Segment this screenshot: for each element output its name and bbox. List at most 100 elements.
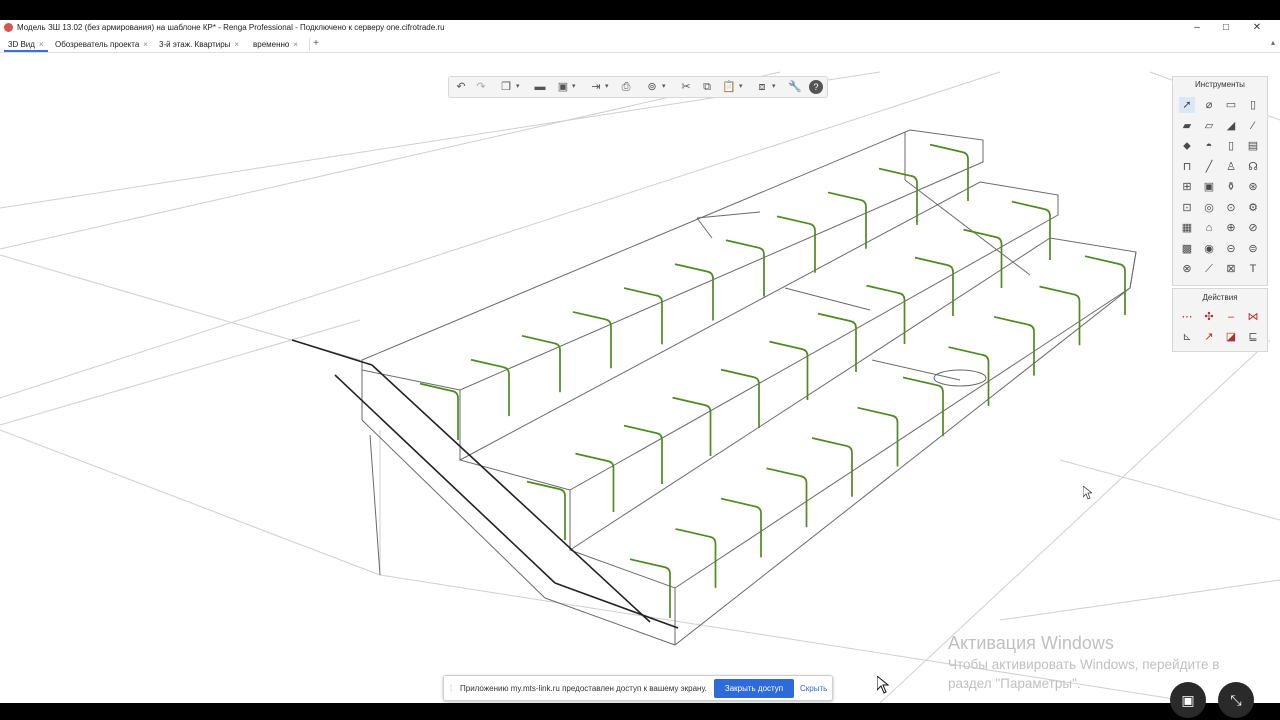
settings-wrench-icon[interactable]: 🔧 [788, 80, 802, 94]
tab-temporary[interactable]: временно × [249, 38, 302, 52]
axis-icon[interactable]: ⌀ [1201, 97, 1217, 113]
rebar-hook [675, 528, 717, 588]
properties-icon[interactable]: ⊑ [1245, 329, 1261, 345]
foundation-icon[interactable]: ⚙ [1245, 200, 1261, 216]
layers-icon[interactable]: ⧈ [755, 80, 769, 94]
chevron-down-icon[interactable]: ▾ [662, 80, 668, 94]
print-icon[interactable]: ⎙ [619, 80, 633, 94]
plumbing-icon[interactable]: ⚱ [1223, 179, 1239, 195]
copy-icon[interactable]: ⧉ [700, 80, 714, 94]
trim-icon[interactable]: ↗ [1201, 329, 1217, 345]
chevron-down-icon[interactable]: ▾ [739, 80, 745, 94]
rebar-hook [902, 376, 944, 437]
activation-watermark-line: раздел "Параметры". [948, 676, 1081, 691]
stair-slabs [361, 129, 1137, 646]
text-icon[interactable]: T [1245, 261, 1261, 277]
rebar-hook [470, 358, 510, 417]
tab-close-icon[interactable]: × [234, 40, 239, 49]
maximize-button[interactable]: □ [1219, 21, 1233, 35]
pipe-icon[interactable]: ☊ [1245, 159, 1261, 175]
hide-link[interactable]: Скрыть [800, 684, 827, 693]
rebar-hook [572, 311, 612, 369]
chevron-down-icon[interactable]: ▾ [572, 80, 578, 94]
fitting-icon[interactable]: ⊛ [1245, 179, 1261, 195]
tab-label: 3D Вид [8, 40, 35, 49]
fixture-icon[interactable]: ⊕ [1223, 220, 1239, 236]
roof-icon[interactable]: ◢ [1223, 118, 1239, 134]
duct-icon[interactable]: ⊡ [1179, 200, 1195, 216]
rotate-icon[interactable]: ✣ [1201, 309, 1217, 325]
opening-icon[interactable]: ▦ [1179, 220, 1195, 236]
mesh-icon[interactable]: ⊙ [1223, 200, 1239, 216]
actions-panel: Действия ⋯ ✣ ‒ ⋈ ⊾ ↗ ◪ ⊑ [1172, 288, 1268, 352]
chevron-down-icon[interactable]: ▾ [605, 80, 611, 94]
tab-3d-view[interactable]: 3D Вид × [4, 38, 48, 52]
close-button[interactable]: ✕ [1250, 21, 1264, 35]
minimize-button[interactable]: – [1190, 21, 1204, 35]
collapse-button[interactable]: ⤡ [1218, 682, 1254, 718]
cabinet-icon[interactable]: ▩ [1179, 241, 1195, 257]
chevron-down-icon[interactable]: ▾ [772, 80, 778, 94]
mirror-icon[interactable]: ‒ [1223, 309, 1239, 325]
views-icon[interactable]: ❐ [499, 80, 513, 94]
stair-icon[interactable]: ⊓ [1179, 159, 1195, 175]
text-marker-icon[interactable]: ⊠ [1223, 261, 1239, 277]
room-icon[interactable]: ⊞ [1179, 179, 1195, 195]
tab-close-icon[interactable]: × [39, 40, 44, 49]
open-folder-icon[interactable]: ▬ [533, 80, 547, 94]
rebar-hook [526, 480, 566, 540]
stair-model-scene[interactable] [0, 52, 1280, 703]
align-icon[interactable]: ⋈ [1245, 309, 1261, 325]
undo-icon[interactable]: ↶ [454, 80, 468, 94]
line-icon[interactable]: ╱ [1201, 159, 1217, 175]
door-icon[interactable]: ▯ [1223, 138, 1239, 154]
drag-handle-icon[interactable]: ⁞ [450, 684, 452, 693]
light-icon[interactable]: ◉ [1201, 241, 1217, 257]
tab-close-icon[interactable]: × [143, 40, 148, 49]
actions-panel-title: Действия [1202, 293, 1238, 302]
tab-label: временно [253, 40, 290, 49]
connector-icon[interactable]: ⊜ [1245, 241, 1261, 257]
activation-watermark-line: Чтобы активировать Windows, перейдите в [948, 657, 1220, 672]
chevron-down-icon[interactable]: ▾ [516, 80, 522, 94]
help-icon[interactable]: ? [809, 80, 823, 94]
assembly-icon[interactable]: ⌂ [1201, 220, 1217, 236]
lamp-icon[interactable]: ⊝ [1223, 241, 1239, 257]
railing-icon[interactable]: ⁄ [1245, 118, 1261, 134]
column-icon[interactable]: ▯ [1245, 97, 1261, 113]
equipment-icon[interactable]: ♙ [1223, 159, 1239, 175]
dimension-icon[interactable]: ⊗ [1179, 261, 1195, 277]
export-icon[interactable]: ⇥ [589, 80, 603, 94]
dimension-action-icon[interactable]: ⊾ [1179, 329, 1195, 345]
paste-icon[interactable]: 📋 [722, 80, 736, 94]
scroll-up-icon[interactable]: ▴ [1268, 38, 1278, 50]
rebar-hook [878, 167, 918, 225]
element-icon[interactable]: ▣ [1201, 179, 1217, 195]
cut-icon[interactable]: ✂ [679, 80, 693, 94]
rebar-hook [811, 437, 853, 497]
slab-icon[interactable]: ▱ [1201, 118, 1217, 134]
redo-icon[interactable]: ↷ [474, 80, 488, 94]
window-icon[interactable]: ▤ [1245, 138, 1261, 154]
level-icon[interactable]: ⟋ [1201, 261, 1217, 277]
rebar-hook [623, 424, 663, 484]
color-icon[interactable]: ◪ [1223, 329, 1239, 345]
navigate-icon[interactable]: ⊚ [645, 80, 659, 94]
select-icon[interactable]: ➚ [1179, 97, 1195, 113]
beam-icon[interactable]: ▰ [1179, 118, 1195, 134]
wall-icon[interactable]: ▭ [1223, 97, 1239, 113]
3d-viewport[interactable] [0, 52, 1280, 703]
save-icon[interactable]: ▣ [556, 80, 570, 94]
move-icon[interactable]: ⋯ [1179, 309, 1195, 325]
screen-view-button[interactable]: ▣ [1170, 682, 1206, 718]
floor-icon[interactable]: ⬥ [1179, 138, 1195, 154]
stop-sharing-button[interactable]: Закрыть доступ [714, 679, 794, 698]
terminal-icon[interactable]: ⊘ [1245, 220, 1261, 236]
ramp-icon[interactable]: ◓ [1201, 138, 1217, 154]
rebar-hook [817, 312, 857, 372]
tab-3rd-floor[interactable]: 3-й этаж. Квартиры × [155, 38, 243, 52]
rebar-icon[interactable]: ◎ [1201, 200, 1217, 216]
add-tab-button[interactable]: + [309, 38, 322, 51]
tab-close-icon[interactable]: × [293, 40, 298, 49]
tab-project-explorer[interactable]: Обозреватель проекта × [51, 38, 152, 52]
